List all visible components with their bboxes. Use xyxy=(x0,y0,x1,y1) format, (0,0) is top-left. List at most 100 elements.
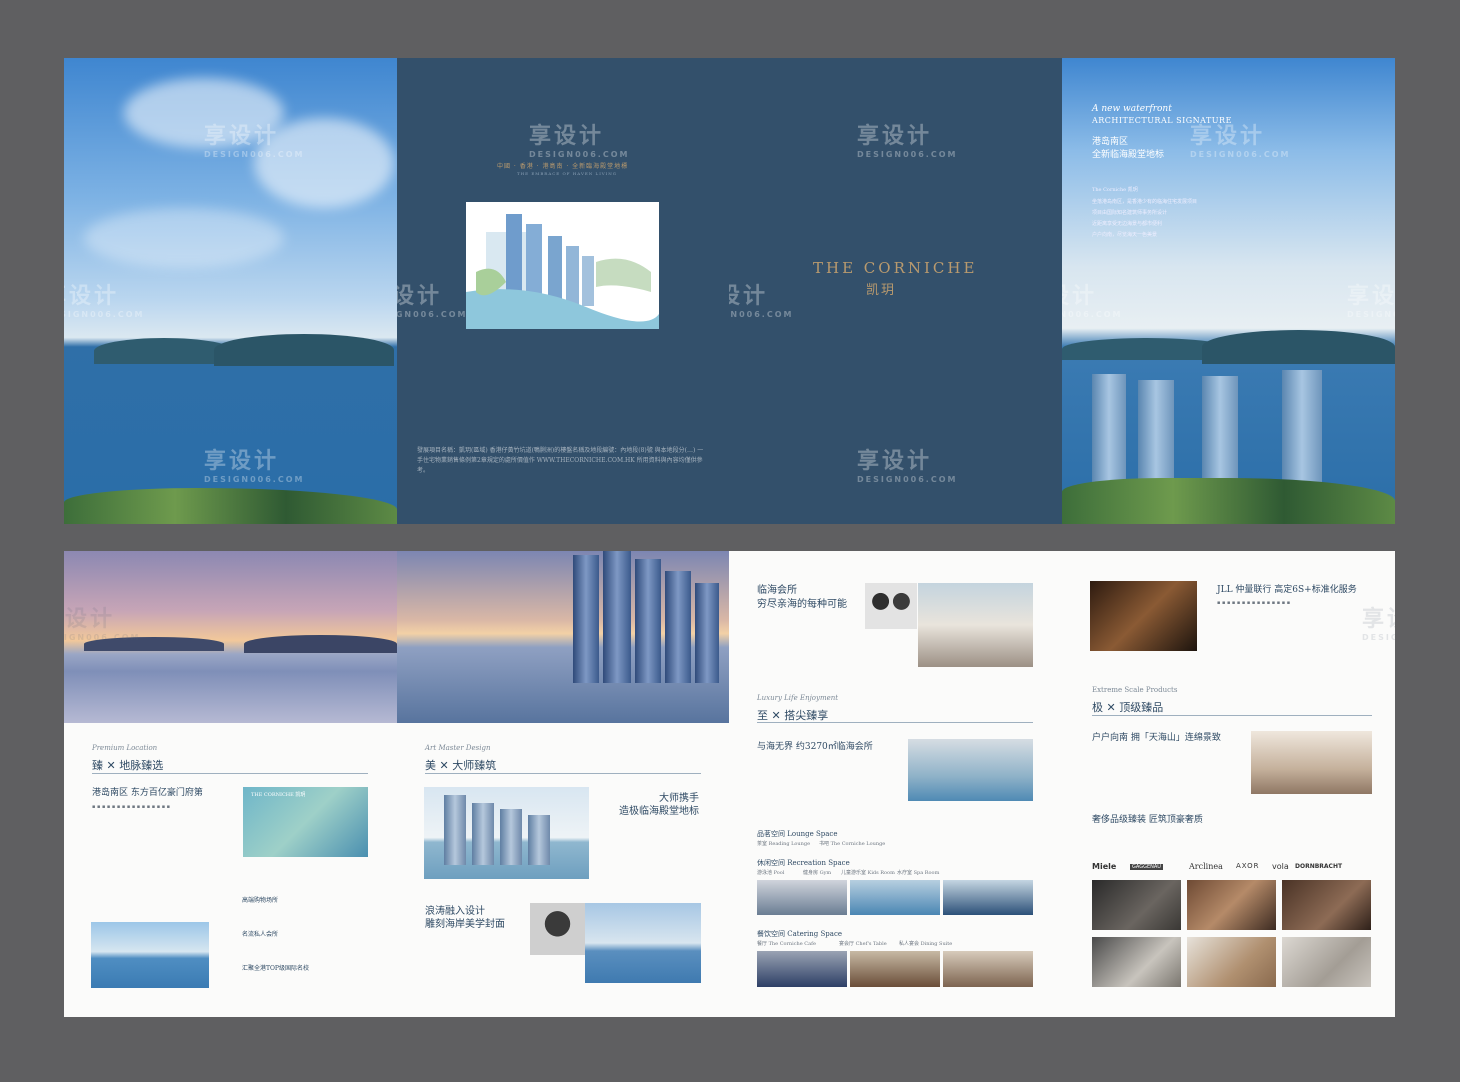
brand-logo-miele: Miele xyxy=(1092,862,1117,871)
location-title: 臻 ✕ 地脉臻选 xyxy=(92,759,164,772)
brand-logo-axor: AXOR xyxy=(1236,862,1260,870)
design-kicker: Art Master Design xyxy=(425,744,491,752)
brand-logo: THE CORNICHE xyxy=(813,259,978,277)
coast-foliage xyxy=(1062,478,1395,524)
watermark: 享设计DESIGN006.COM xyxy=(1347,284,1395,319)
watermark: 享设计DESIGN006.COM xyxy=(1062,284,1123,319)
cover-inner-panel: 中國 · 香港 · 港島南 · 全新臨海殿堂地標 THE EMBRACE OF … xyxy=(397,58,729,524)
service-head: JLL 仲量联行 高定6S+标准化服务 xyxy=(1217,585,1357,595)
coast-foliage xyxy=(64,488,397,524)
towers-render xyxy=(424,787,589,879)
cover-disclaimer: 發展項目名稱：凱玥(區域) 香港仔黃竹坑道(鴨脷洲)的樓盤名稱及地段編號：內地段… xyxy=(417,447,704,474)
faucet-photo xyxy=(1092,937,1181,987)
service-kicker: Extreme Scale Products xyxy=(1092,686,1178,694)
cover-tagline-sub: THE EMBRACE OF HAVEN LIVING xyxy=(517,171,617,176)
card-title: THE CORNICHE 凯玥 xyxy=(251,792,306,798)
kitchen-photo xyxy=(1187,880,1276,930)
cover-front-panel: THE CORNICHE 凯玥 享设计DESIGN006.COM 享设计DESI… xyxy=(729,58,1062,524)
cover-tagline: 中國 · 香港 · 港島南 · 全新臨海殿堂地標 xyxy=(497,163,629,170)
brand-logo-gaggenau: GAGGENAU xyxy=(1130,864,1163,870)
tower-sea-photo xyxy=(585,903,701,983)
faucet-photo xyxy=(1187,937,1276,987)
location-panel: Premium Location 臻 ✕ 地脉臻选 港岛南区 东方百亿豪门府第 … xyxy=(64,551,397,1017)
pool-photo xyxy=(908,739,1033,801)
watermark: 享设计DESIGN006.COM xyxy=(1362,607,1395,642)
club-title: 至 ✕ 搭尖臻享 xyxy=(757,709,829,722)
service-title: 极 ✕ 顶级臻品 xyxy=(1092,701,1164,714)
watermark: 享设计DESIGN006.COM xyxy=(64,284,145,319)
location-list-head: 高端购物场所 xyxy=(242,897,279,904)
signature-intro-line: 项目由国际知名建筑师事务所设计 xyxy=(1092,210,1168,216)
location-list-head: 汇聚全港TOP级国际名校 xyxy=(242,965,309,972)
club-recreation-item: 健身房 Gym xyxy=(803,870,832,876)
club-recreation: 休闲空间 Recreation Space xyxy=(757,859,850,867)
brand-logo-arclinea: Arclinea xyxy=(1189,862,1223,871)
club-headline: 与海无界 约3270㎡临海会所 xyxy=(757,742,873,752)
tower-sea-photo xyxy=(91,922,209,988)
signature-intro-line: 户户向南，尽览海天一色美景 xyxy=(1092,232,1158,238)
design-panel: Art Master Design 美 ✕ 大师臻筑 大师携手 造极临海殿堂地标… xyxy=(397,551,729,1017)
watermark: 享设计DESIGN006.COM xyxy=(529,124,630,159)
building-tower xyxy=(1202,376,1238,484)
watercolor-sketch xyxy=(466,202,659,329)
club-lounge: 品茗空间 Lounge Space xyxy=(757,830,838,838)
signature-line2: 全新临海殿堂地标 xyxy=(1092,150,1165,160)
designers-portrait xyxy=(865,583,917,629)
club-catering-item: 私人宴会 Dining Suite xyxy=(899,941,953,947)
design-sub2: 雕刻海岸美学封面 xyxy=(425,919,505,930)
watermark: 享设计DESIGN006.COM xyxy=(857,449,958,484)
watermark: 享设计DESIGN006.COM xyxy=(397,284,468,319)
cover-back-sea-panel: 享设计DESIGN006.COM 享设计DESIGN006.COM 享设计DES… xyxy=(64,58,397,524)
building-tower xyxy=(1138,380,1174,484)
club-recreation-item: 水疗室 Spa Room xyxy=(897,870,940,876)
recreation-photo xyxy=(943,880,1033,915)
faucet-photo xyxy=(1282,937,1371,987)
watermark: 享设计DESIGN006.COM xyxy=(64,607,141,642)
location-body: ▪ ▪ ▪ ▪ ▪ ▪ ▪ ▪ ▪ ▪ ▪ ▪ ▪ ▪ ▪ ▪ xyxy=(92,804,171,810)
club-lounge-item: 茶室 Reading Lounge xyxy=(757,841,811,847)
club-panel: 临海会所 穷尽亲海的每种可能 Luxury Life Enjoyment 至 ✕… xyxy=(729,551,1062,1017)
club-kicker: Luxury Life Enjoyment xyxy=(757,694,839,702)
location-kicker: Premium Location xyxy=(92,744,158,752)
location-list-head: 名流私人会所 xyxy=(242,931,279,938)
lounge-interior-photo xyxy=(918,583,1033,667)
club-head1: 临海会所 xyxy=(757,585,797,596)
watermark: 享设计DESIGN006.COM xyxy=(857,124,958,159)
signature-intro-line: 坐落港岛南区，是香港少有的临海住宅发展项目 xyxy=(1092,199,1198,205)
watermark: 享设计DESIGN006.COM xyxy=(729,284,794,319)
brand-logo-vola: vola xyxy=(1272,862,1289,871)
watermark: 享设计DESIGN006.COM xyxy=(204,449,305,484)
kitchen-photo xyxy=(1092,880,1181,930)
brand-logo-cn: 凯玥 xyxy=(866,283,897,298)
architect-portrait xyxy=(530,903,585,955)
design-headline2: 造极临海殿堂地标 xyxy=(619,806,699,817)
recreation-photo xyxy=(757,880,847,915)
aerial-map-card: THE CORNICHE 凯玥 xyxy=(243,787,368,857)
service-headline2: 奢侈品级臻装 匠筑顶豪奢质 xyxy=(1092,815,1203,825)
kitchen-photo xyxy=(1282,880,1371,930)
signature-script: A new waterfront xyxy=(1092,104,1172,114)
building-tower xyxy=(1282,370,1322,484)
club-lounge-item: 书吧 The Corniche Lounge xyxy=(819,841,886,847)
club-catering-item: 餐厅 The Corniche Cafe xyxy=(757,941,816,947)
signature-intro-line: 近距离享受无边海景与都市便利 xyxy=(1092,221,1163,227)
catering-photo xyxy=(943,951,1033,987)
service-body: ▪ ▪ ▪ ▪ ▪ ▪ ▪ ▪ ▪ ▪ ▪ ▪ ▪ ▪ ▪ xyxy=(1217,600,1291,606)
service-panel: JLL 仲量联行 高定6S+标准化服务 ▪ ▪ ▪ ▪ ▪ ▪ ▪ ▪ ▪ ▪ … xyxy=(1062,551,1395,1017)
service-headline: 户户向南 拥「天海山」连绵景致 xyxy=(1092,733,1221,743)
design-title: 美 ✕ 大师臻筑 xyxy=(425,759,497,772)
signature-line1: 港岛南区 xyxy=(1092,137,1129,147)
club-catering: 餐饮空间 Catering Space xyxy=(757,930,843,938)
signature-panel: A new waterfront ARCHITECTURAL SIGNATURE… xyxy=(1062,58,1395,524)
watermark: 享设计DESIGN006.COM xyxy=(1190,124,1291,159)
club-head2: 穷尽亲海的每种可能 xyxy=(757,599,847,610)
tower-aerial-photo xyxy=(397,551,729,723)
watermark: 享设计DESIGN006.COM xyxy=(204,124,305,159)
service-photo xyxy=(1090,581,1197,651)
living-room-photo xyxy=(1251,731,1372,794)
club-recreation-item: 游泳池 Pool xyxy=(757,870,785,876)
club-recreation-item: 儿童游乐室 Kids Room xyxy=(841,870,895,876)
location-headline: 港岛南区 东方百亿豪门府第 xyxy=(92,788,203,798)
recreation-photo xyxy=(850,880,940,915)
club-catering-item: 宴会厅 Chef's Table xyxy=(839,941,887,947)
